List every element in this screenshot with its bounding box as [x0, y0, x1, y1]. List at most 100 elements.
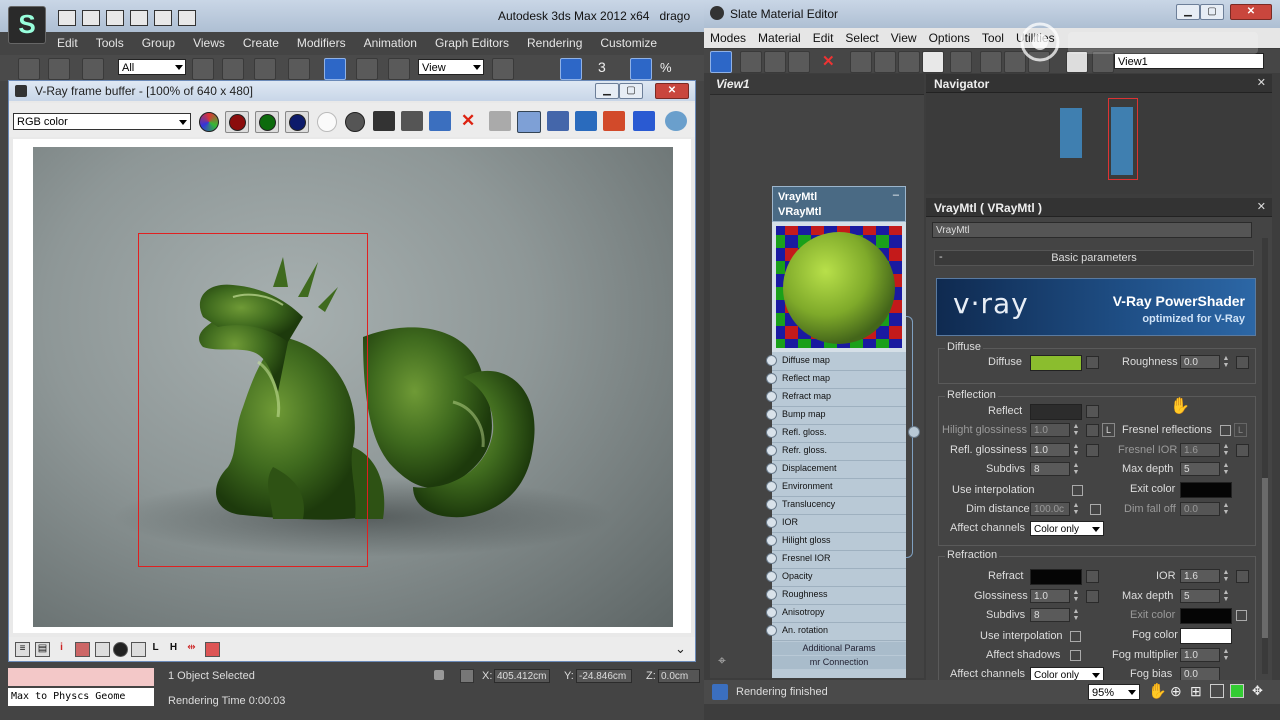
stereo-icon[interactable] — [205, 642, 220, 657]
navigator-view-rect[interactable] — [1108, 98, 1138, 180]
affect-shadows-checkbox[interactable] — [1070, 650, 1081, 661]
sme-maximize-button[interactable]: ▢ — [1200, 4, 1224, 20]
green-channel-button[interactable] — [255, 111, 279, 133]
region-render-icon[interactable] — [517, 111, 541, 133]
window-crossing-icon[interactable] — [288, 58, 310, 80]
slot-input-socket[interactable] — [766, 607, 777, 618]
slot-input-socket[interactable] — [766, 391, 777, 402]
fresnel-lock-button[interactable]: L — [1234, 423, 1247, 437]
rendered-image[interactable] — [33, 147, 673, 627]
fog-bias-spinner[interactable]: 0.0 — [1180, 667, 1220, 680]
slot-input-socket[interactable] — [766, 445, 777, 456]
redo-icon[interactable] — [154, 10, 172, 26]
fog-multiplier-spin-arrows[interactable]: ▲ ▼ — [1222, 648, 1230, 662]
ab-compare-a-icon[interactable] — [603, 111, 625, 131]
clone-frame-buffer-icon[interactable] — [401, 111, 423, 131]
refract-color-swatch[interactable] — [1030, 569, 1082, 585]
slot-roughness[interactable]: Roughness — [766, 586, 906, 605]
node-output-socket[interactable] — [908, 426, 920, 438]
rollout-additional-params[interactable]: Additional Params — [772, 642, 906, 655]
slot-input-socket[interactable] — [766, 355, 777, 366]
new-file-icon[interactable] — [58, 10, 76, 26]
hilight-gloss-spinner[interactable]: 1.0 — [1030, 423, 1070, 437]
material-name-field[interactable]: VrayMtl — [932, 222, 1252, 238]
basic-params-rollout[interactable]: - Basic parameters — [934, 250, 1254, 266]
slot-an-rotation[interactable]: An. rotation — [766, 622, 906, 641]
fresnel-ior-map-button[interactable] — [1236, 444, 1249, 457]
delete-selected-icon[interactable]: ✕ — [822, 52, 835, 70]
sme-menu-tools[interactable]: Tool — [976, 28, 1010, 48]
refl-subdivs-spin-arrows[interactable]: ▲ ▼ — [1072, 462, 1080, 476]
undo-toolbar-icon[interactable] — [18, 58, 40, 80]
material-preview[interactable] — [772, 222, 906, 352]
save-image-icon[interactable] — [373, 111, 395, 131]
maxscript-listener-pink[interactable] — [8, 668, 154, 686]
pan-hand-icon[interactable]: ✋ — [1148, 682, 1167, 700]
slot-refl-gloss[interactable]: Refl. gloss. — [766, 424, 906, 443]
fog-color-swatch[interactable] — [1180, 628, 1232, 644]
refl-max-depth-spinner[interactable]: 5 — [1180, 462, 1220, 476]
view-tab[interactable]: View1 — [710, 74, 924, 95]
sme-menu-material[interactable]: Material — [752, 28, 807, 48]
refract-map-button[interactable] — [1086, 570, 1099, 583]
zoom-extents-icon[interactable] — [1210, 684, 1224, 698]
vfb-expand-chevron-icon[interactable]: ⌄ — [675, 641, 686, 657]
zoom-dropdown[interactable]: 95% — [1088, 684, 1140, 700]
show-history-icon[interactable]: ▤ — [35, 642, 50, 657]
node-header[interactable]: VrayMtl VRayMtl – — [772, 186, 906, 222]
render-teapot-icon[interactable] — [665, 111, 687, 131]
lut-icon[interactable]: L — [149, 642, 162, 655]
diffuse-color-swatch[interactable] — [1030, 355, 1082, 371]
vraymtl-node[interactable]: VrayMtl VRayMtl – Diffuse map Reflect ma… — [766, 186, 920, 678]
menu-group[interactable]: Group — [133, 32, 184, 54]
reflect-map-button[interactable] — [1086, 405, 1099, 418]
ab-compare-b-icon[interactable] — [633, 111, 655, 131]
select-and-manipulate-icon[interactable] — [560, 58, 582, 80]
sme-menu-modes[interactable]: Modes — [704, 28, 752, 48]
sme-menu-view[interactable]: View — [885, 28, 923, 48]
slot-input-socket[interactable] — [766, 463, 777, 474]
node-collapse-icon[interactable]: – — [893, 189, 899, 201]
slot-ior[interactable]: IOR — [766, 514, 906, 533]
slot-bump-map[interactable]: Bump map — [766, 406, 906, 425]
open-file-icon[interactable] — [82, 10, 100, 26]
slot-reflect-map[interactable]: Reflect map — [766, 370, 906, 389]
curves-icon[interactable] — [95, 642, 110, 657]
flip-horizontal-icon[interactable]: ⇹ — [185, 642, 198, 655]
vfb-maximize-button[interactable]: ▢ — [619, 83, 643, 99]
menu-customize[interactable]: Customize — [591, 32, 666, 54]
show-map-in-viewport-icon[interactable] — [898, 51, 920, 73]
slot-input-socket[interactable] — [766, 589, 777, 600]
select-and-scale-icon[interactable] — [388, 58, 410, 80]
selection-lock-icon[interactable] — [434, 670, 444, 680]
menu-edit[interactable]: Edit — [48, 32, 87, 54]
select-and-move-icon[interactable] — [324, 58, 346, 80]
slot-input-socket[interactable] — [766, 409, 777, 420]
refl-affect-channels-dropdown[interactable]: Color only — [1030, 521, 1104, 536]
slot-input-socket[interactable] — [766, 427, 777, 438]
slot-refract-map[interactable]: Refract map — [766, 388, 906, 407]
load-image-icon[interactable] — [429, 111, 451, 131]
dim-falloff-spin-arrows[interactable]: ▲ ▼ — [1222, 502, 1230, 516]
angle-snap-icon[interactable] — [630, 58, 652, 80]
hilight-lock-button[interactable]: L — [1102, 423, 1115, 437]
refl-use-interp-checkbox[interactable] — [1072, 485, 1083, 496]
slot-input-socket[interactable] — [766, 553, 777, 564]
fog-multiplier-spinner[interactable]: 1.0 — [1180, 648, 1220, 662]
select-object-icon[interactable] — [192, 58, 214, 80]
project-folder-icon[interactable] — [178, 10, 196, 26]
background-in-preview-icon[interactable] — [922, 51, 944, 73]
vfb-close-button[interactable]: ✕ — [655, 83, 689, 99]
select-and-rotate-icon[interactable] — [356, 58, 378, 80]
slot-translucency[interactable]: Translucency — [766, 496, 906, 515]
menu-tools[interactable]: Tools — [87, 32, 133, 54]
selection-filter-dropdown[interactable]: All — [118, 59, 186, 75]
refr-affect-channels-dropdown[interactable]: Color only — [1030, 667, 1104, 680]
refr-subdivs-spinner[interactable]: 8 — [1030, 608, 1070, 622]
params-scrollbar[interactable] — [1262, 238, 1268, 674]
ior-spinner[interactable]: 1.6 — [1180, 569, 1220, 583]
pick-material-icon[interactable] — [740, 51, 762, 73]
slot-hilight-gloss[interactable]: Hilight gloss — [766, 532, 906, 551]
reference-coordinate-dropdown[interactable]: View — [418, 59, 484, 75]
fresnel-reflections-checkbox[interactable] — [1220, 425, 1231, 436]
